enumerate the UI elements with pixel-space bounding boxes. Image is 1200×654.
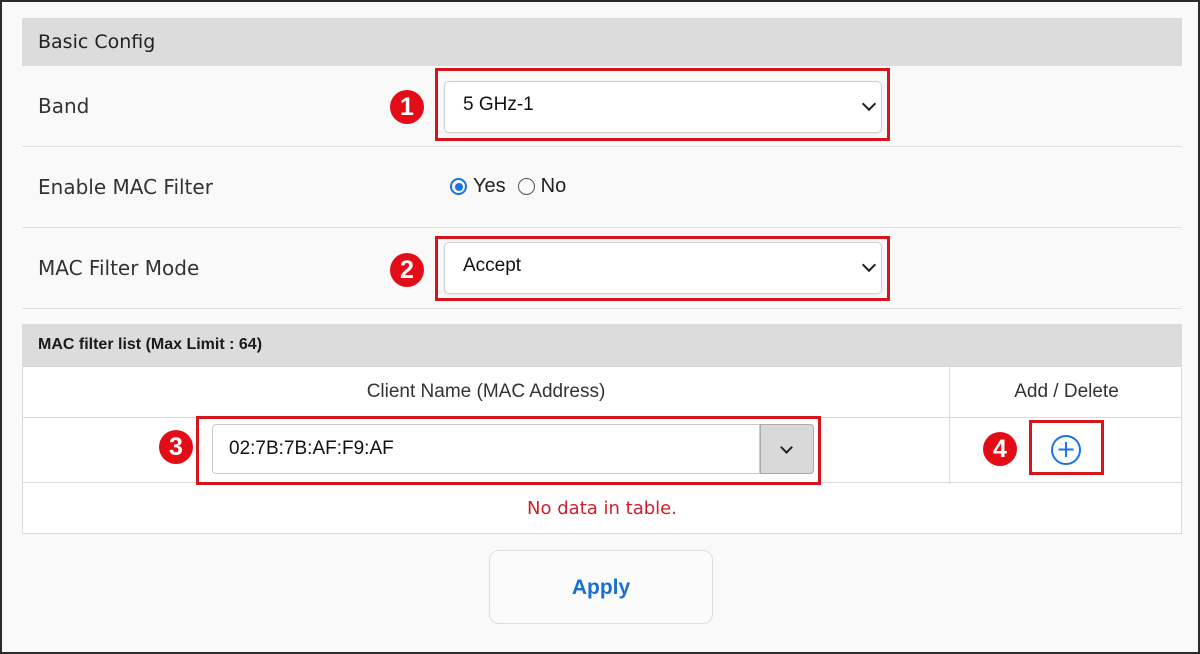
mac-filter-label: Enable MAC Filter: [38, 175, 213, 199]
radio-yes[interactable]: [450, 178, 467, 195]
chevron-down-icon: [780, 441, 793, 454]
mac-list-title: MAC filter list (Max Limit : 64): [38, 336, 263, 353]
mac-filter-radio-group: Yes No: [450, 175, 578, 198]
basic-config-title: Basic Config: [38, 31, 156, 53]
chevron-down-icon: [861, 96, 877, 112]
column-header-client: Client Name (MAC Address): [366, 381, 606, 402]
column-header-add-delete: Add / Delete: [949, 367, 1183, 417]
band-select[interactable]: 5 GHz-1: [444, 81, 882, 133]
page-frame: Basic Config Band 1 5 GHz-1 Enable MAC F…: [0, 0, 1200, 654]
marker-3: 3: [159, 430, 193, 464]
mac-mode-select-value: Accept: [463, 255, 522, 276]
client-list-dropdown-button[interactable]: [760, 424, 814, 474]
mac-address-input[interactable]: 02:7B:7B:AF:F9:AF: [212, 424, 760, 474]
band-label: Band: [38, 94, 90, 118]
mac-mode-select[interactable]: Accept: [444, 242, 882, 294]
radio-yes-label[interactable]: Yes: [473, 175, 506, 198]
column-divider: [949, 418, 950, 484]
mac-address-value: 02:7B:7B:AF:F9:AF: [229, 438, 394, 459]
chevron-down-icon: [861, 257, 877, 273]
mac-list-header: MAC filter list (Max Limit : 64): [22, 324, 1182, 366]
marker-1: 1: [390, 90, 424, 124]
plus-circle-icon[interactable]: +: [1051, 435, 1081, 465]
mac-filter-row: Enable MAC Filter: [22, 147, 1182, 228]
apply-button[interactable]: Apply: [489, 550, 713, 624]
radio-no[interactable]: [517, 178, 535, 195]
band-select-value: 5 GHz-1: [463, 94, 534, 115]
basic-config-header: Basic Config: [22, 18, 1182, 66]
radio-no-label[interactable]: No: [541, 175, 567, 198]
mac-mode-label: MAC Filter Mode: [38, 256, 200, 280]
marker-4: 4: [983, 432, 1017, 466]
marker-2: 2: [390, 253, 424, 287]
empty-table-message: No data in table.: [527, 498, 677, 519]
